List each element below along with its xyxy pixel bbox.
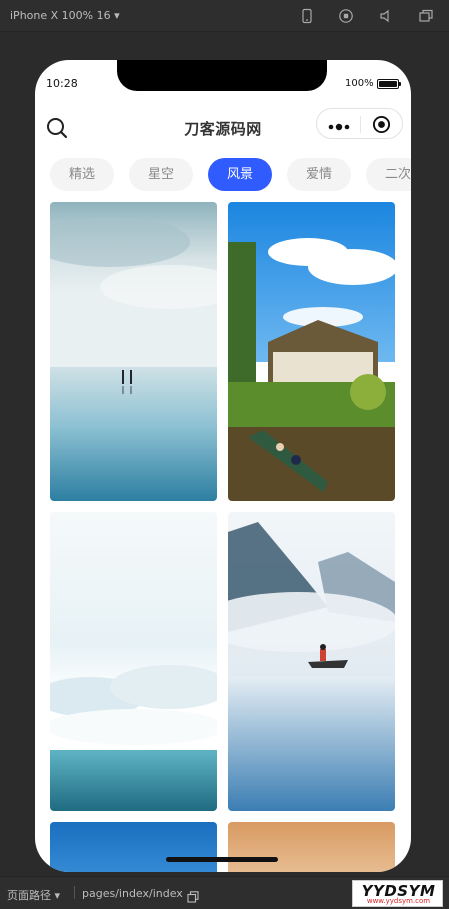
- wallpaper-card-misty-lake[interactable]: [228, 512, 395, 811]
- tab-erci[interactable]: 二次: [366, 158, 411, 191]
- simulator-stage: 10:28 100% 刀客源码网 精选 星空 风景 爱情 二次: [0, 33, 449, 875]
- window-icon[interactable]: [418, 8, 434, 24]
- devtools-toolbar: iPhone X 100% 16 ▾: [0, 0, 449, 32]
- target-icon[interactable]: [372, 115, 391, 134]
- home-indicator: [166, 857, 278, 862]
- phone-screen: 10:28 100% 刀客源码网 精选 星空 风景 爱情 二次: [35, 60, 411, 872]
- volume-icon[interactable]: [378, 8, 394, 24]
- tab-label: 风景: [226, 167, 253, 182]
- phone-icon[interactable]: [299, 8, 315, 24]
- tab-label: 爱情: [305, 167, 332, 182]
- tab-xingkong[interactable]: 星空: [129, 158, 193, 191]
- tab-label: 二次: [384, 167, 411, 182]
- mini-program-capsule: [316, 108, 403, 139]
- wallpaper-card-village-boat[interactable]: [228, 202, 395, 501]
- tab-jingxuan[interactable]: 精选: [50, 158, 114, 191]
- wallpaper-card-blue-ocean[interactable]: [50, 822, 217, 872]
- wallpaper-card-ocean-clouds[interactable]: [50, 512, 217, 811]
- battery-icon: [377, 79, 401, 89]
- watermark-sub: www.yydsym.com: [366, 897, 431, 905]
- battery-percent: 100%: [345, 78, 374, 89]
- tab-aiqing[interactable]: 爱情: [287, 158, 351, 191]
- more-icon[interactable]: [327, 118, 351, 131]
- device-selector[interactable]: iPhone X 100% 16 ▾: [10, 9, 120, 22]
- watermark-logo: YYDSYM www.yydsym.com: [352, 880, 443, 907]
- tab-fengjing[interactable]: 风景: [208, 158, 272, 191]
- page-path-value: pages/index/index: [82, 887, 183, 900]
- tab-label: 精选: [68, 167, 95, 182]
- status-time: 10:28: [46, 77, 78, 90]
- copy-icon[interactable]: [187, 888, 199, 903]
- wallpaper-card-sea-horizon[interactable]: [50, 202, 217, 501]
- page-path-selector[interactable]: 页面路径 ▾: [7, 887, 60, 903]
- notch: [117, 60, 327, 91]
- wallpaper-card-sunset[interactable]: [228, 822, 395, 872]
- category-tabs: 精选 星空 风景 爱情 二次: [50, 158, 411, 192]
- tab-label: 星空: [147, 167, 174, 182]
- record-icon[interactable]: [338, 8, 354, 24]
